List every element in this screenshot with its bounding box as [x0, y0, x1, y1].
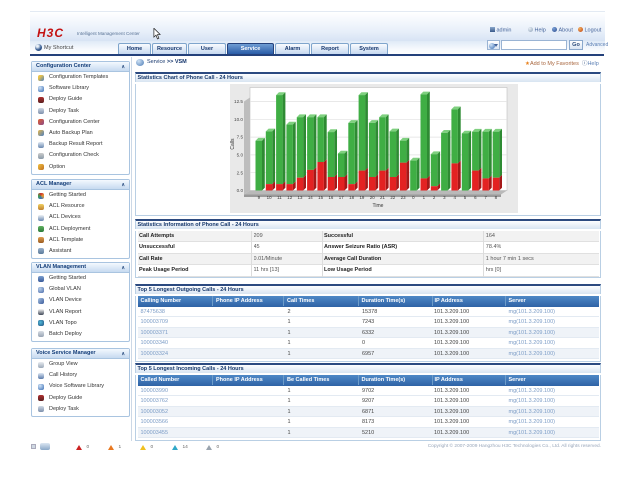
svg-text:18: 18: [349, 195, 354, 200]
svg-text:Time: Time: [373, 203, 384, 209]
svg-text:23: 23: [401, 195, 406, 200]
svg-text:Calls: Calls: [230, 138, 236, 150]
svg-text:20: 20: [370, 195, 375, 200]
svg-text:17: 17: [339, 195, 344, 200]
svg-text:0.0: 0.0: [237, 188, 244, 193]
svg-text:22: 22: [390, 195, 395, 200]
svg-text:16: 16: [328, 195, 333, 200]
svg-text:10: 10: [267, 195, 272, 200]
svg-text:11: 11: [277, 195, 282, 200]
svg-text:12.5: 12.5: [234, 99, 243, 104]
svg-text:7.5: 7.5: [237, 135, 244, 140]
svg-text:14: 14: [308, 195, 313, 200]
svg-text:12: 12: [287, 195, 292, 200]
svg-text:19: 19: [359, 195, 364, 200]
svg-text:10.0: 10.0: [234, 117, 243, 122]
svg-text:13: 13: [298, 195, 303, 200]
svg-text:5.0: 5.0: [237, 153, 244, 158]
svg-text:21: 21: [380, 195, 385, 200]
svg-text:15: 15: [318, 195, 323, 200]
svg-text:2.5: 2.5: [237, 170, 244, 175]
